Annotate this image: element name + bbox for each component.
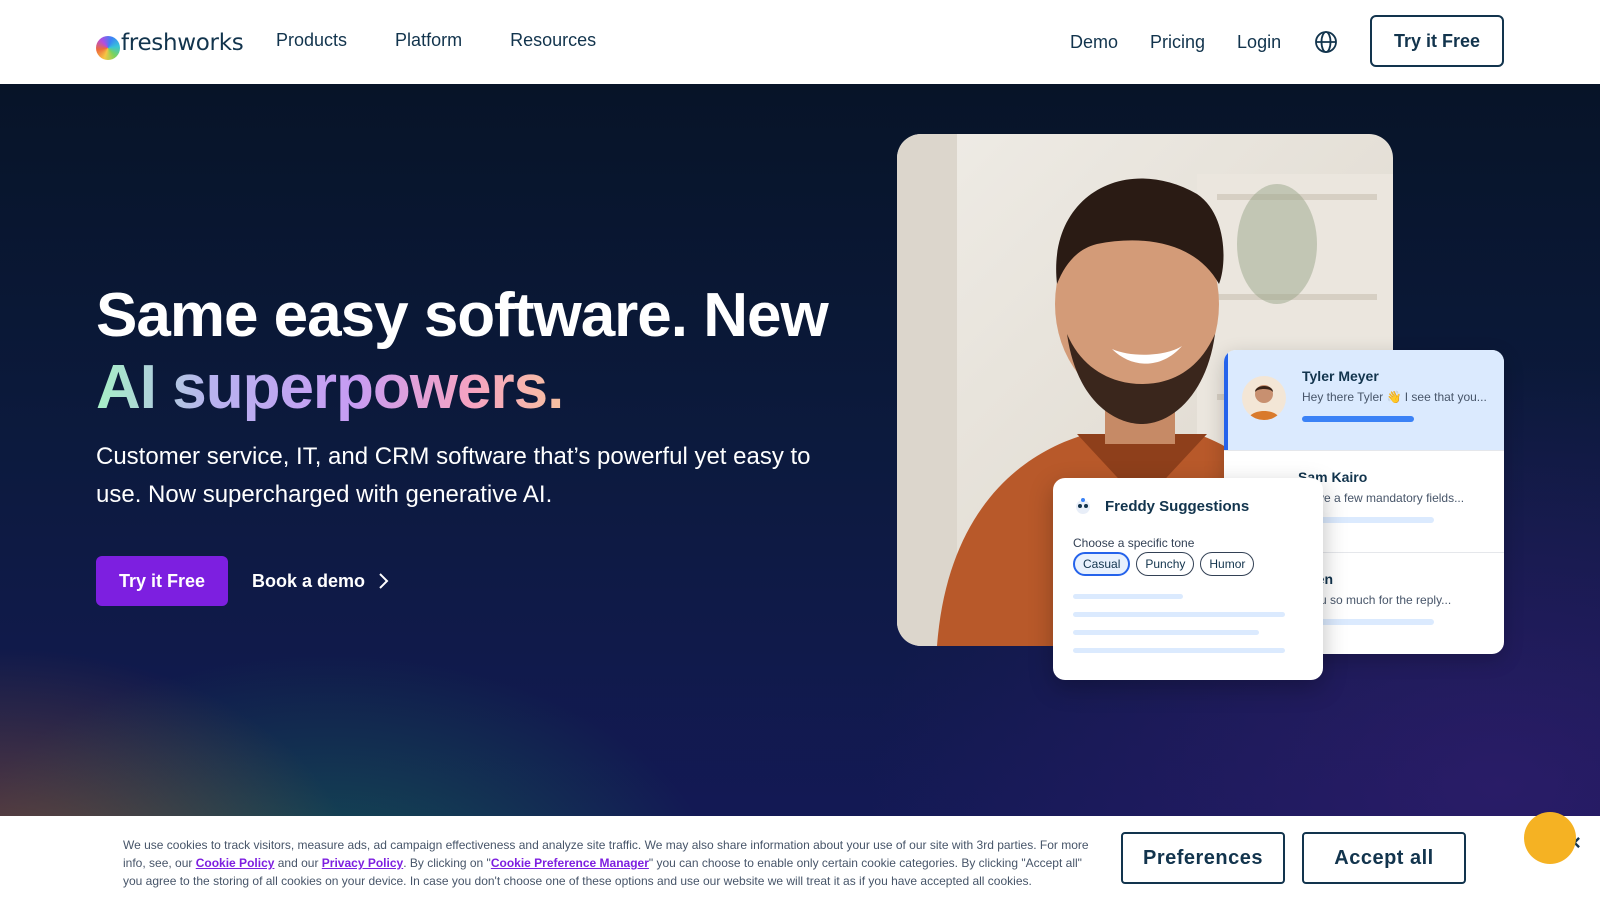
book-demo-link[interactable]: Book a demo [252,556,389,606]
book-demo-label: Book a demo [252,570,366,591]
hero-title-line2: AI superpowers. [96,353,564,422]
nav-login[interactable]: Login [1237,32,1281,53]
header-try-free-button[interactable]: Try it Free [1370,15,1504,67]
chat-widget-icon[interactable] [1524,812,1576,864]
nav-resources[interactable]: Resources [510,30,596,51]
logo-mark-icon [96,36,120,60]
hero-title: Same easy software. New AI superpowers. [96,280,836,424]
conversation-item[interactable]: Tyler Meyer Hey there Tyler 👋 I see that… [1224,350,1504,450]
freddy-ai-icon [1076,498,1090,514]
nav-demo[interactable]: Demo [1070,32,1118,53]
preferences-button[interactable]: Preferences [1121,832,1285,884]
cookie-text: We use cookies to track visitors, measur… [123,836,1093,890]
primary-nav: Products Platform Resources [276,30,596,51]
skeleton-line [1073,594,1183,599]
nav-platform[interactable]: Platform [395,30,462,51]
tone-chip-humor[interactable]: Humor [1200,552,1255,576]
skeleton-line [1073,630,1259,635]
chevron-right-icon [379,573,389,589]
accept-all-button[interactable]: Accept all [1302,832,1466,884]
cookie-policy-link[interactable]: Cookie Policy [196,856,275,870]
hero-try-free-button[interactable]: Try it Free [96,556,228,606]
privacy-policy-link[interactable]: Privacy Policy [322,856,403,870]
hero-subtitle: Customer service, IT, and CRM software t… [96,443,811,508]
freddy-title: Freddy Suggestions [1105,498,1250,515]
conversation-name: Tyler Meyer [1302,368,1379,384]
nav-products[interactable]: Products [276,30,347,51]
freshworks-logo[interactable]: freshworks [96,26,244,60]
nav-pricing[interactable]: Pricing [1150,32,1205,53]
tone-chip-casual[interactable]: Casual [1073,552,1131,576]
avatar [1242,376,1286,420]
freddy-suggestions-card: Freddy Suggestions Choose a specific ton… [1053,478,1323,680]
globe-icon[interactable] [1314,30,1338,54]
cookie-banner: We use cookies to track visitors, measur… [0,816,1600,900]
skeleton-line [1073,612,1285,617]
cookie-text-part: . By clicking on " [403,856,491,870]
conversation-preview: Hey there Tyler 👋 I see that you... [1302,390,1487,404]
site-header: freshworks Products Platform Resources D… [0,0,1600,84]
hero-section: Same easy software. New AI superpowers. … [0,84,1600,900]
logo-text: freshworks [121,30,244,56]
hero-title-line1: Same easy software. New [96,281,829,350]
cookie-text-part: and our [274,856,322,870]
tone-label: Choose a specific tone [1073,536,1195,550]
tone-chip-punchy[interactable]: Punchy [1136,552,1195,576]
tone-chips: Casual Punchy Humor [1073,552,1255,576]
cookie-preference-manager-link[interactable]: Cookie Preference Manager [491,856,649,870]
secondary-nav: Demo Pricing Login [1070,32,1281,53]
skeleton-line [1073,648,1285,653]
progress-bar [1302,416,1414,422]
